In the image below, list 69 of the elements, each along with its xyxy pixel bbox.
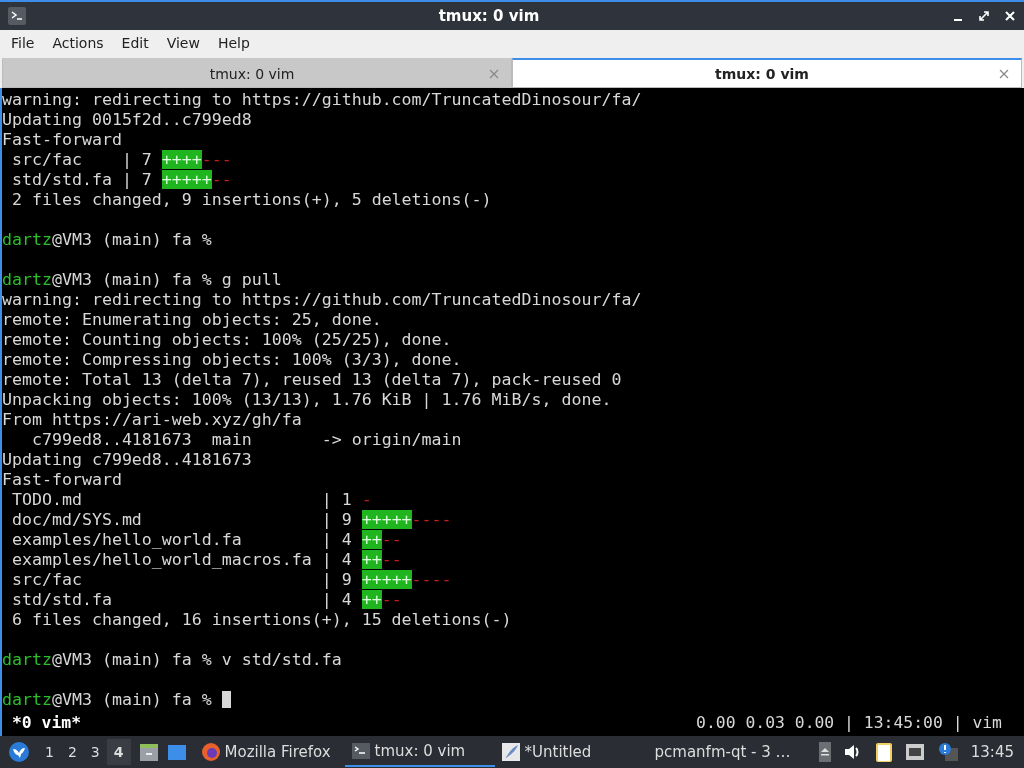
terminal-line: remote: Total 13 (delta 7), reused 13 (delta 7), pack-reused 0	[2, 370, 622, 389]
diffstat-text: examples/hello_world_macros.fa | 4	[11, 550, 353, 569]
bird-icon[interactable]	[8, 741, 30, 763]
taskbar-button[interactable]: tmux: 0 vim	[344, 737, 495, 767]
terminal-line: Unpacking objects: 100% (13/13), 1.76 KiB | 1.76 MiB/s, done.	[2, 390, 612, 409]
menu-item[interactable]: View	[157, 35, 209, 51]
terminal-line: warning: redirecting to https://github.com/TruncatedDinosour/fa/	[2, 90, 642, 109]
prompt-text: @VM3 (main) fa % g pull	[51, 270, 282, 289]
menu-item[interactable]: Edit	[112, 35, 158, 51]
terminal-line: Fast-forward	[2, 130, 122, 149]
diffstat-text: std/std.fa | 7	[11, 170, 153, 189]
menu-item[interactable]: Actions	[43, 35, 113, 51]
prompt-user: dartz	[2, 650, 52, 669]
terminal-icon	[350, 741, 371, 761]
terminal-line: remote: Enumerating objects: 25, done.	[2, 310, 382, 329]
taskbar-button[interactable]: *Untitled	[494, 737, 645, 767]
terminal-icon	[8, 7, 26, 25]
desktop-button[interactable]: 3	[83, 739, 107, 765]
diffstat-text: TODO.md | 1	[11, 490, 353, 509]
prompt-user: dartz	[2, 230, 52, 249]
terminal-line: 2 files changed, 9 insertions(+), 5 deletions(-)	[11, 190, 492, 209]
maximize-icon[interactable]	[978, 10, 990, 22]
insertions-bar: +++++	[361, 570, 412, 589]
insertions-bar: ++	[361, 550, 382, 569]
diffstat-text: src/fac | 9	[11, 570, 353, 589]
insertions-bar: +++++	[361, 510, 412, 529]
desktop-button[interactable]: 1	[38, 739, 61, 765]
file-cabinet-icon[interactable]	[138, 742, 159, 762]
diffstat-text: std/std.fa | 4	[11, 590, 353, 609]
prompt-text: @VM3 (main) fa %	[51, 690, 213, 709]
eject-icon[interactable]	[818, 742, 831, 762]
tmux-window-label: *0 vim*	[12, 713, 82, 733]
tab[interactable]: tmux: 0 vim	[512, 58, 1022, 88]
prompt-user: dartz	[2, 270, 52, 289]
window-icon[interactable]	[166, 742, 187, 762]
terminal-line: Updating c799ed8..4181673	[2, 450, 252, 469]
diffstat-text: examples/hello_world.fa | 4	[11, 530, 353, 549]
prompt-text: @VM3 (main) fa % v std/std.fa	[51, 650, 342, 669]
menu-item[interactable]: Help	[208, 35, 259, 51]
update-notification-icon[interactable]	[936, 742, 959, 762]
insertions-bar: ++	[361, 530, 382, 549]
tab[interactable]: tmux: 0 vim	[2, 58, 512, 88]
clock: 13:45	[970, 743, 1014, 761]
terminal-line: c799ed8..4181673 main -> origin/main	[30, 430, 462, 449]
terminal-line: remote: Compressing objects: 100% (3/3), done.	[2, 350, 462, 369]
terminal-line: Fast-forward	[2, 470, 122, 489]
diffstat-text: src/fac | 7	[11, 150, 153, 169]
menu-item[interactable]: File	[2, 35, 44, 51]
window-title: tmux: 0 vim	[437, 7, 541, 25]
tmux-status-info: 0.00 0.03 0.00 | 13:45:00 | vim	[696, 713, 1002, 733]
diffstat-text: doc/md/SYS.md | 9	[11, 510, 353, 529]
terminal-line: warning: redirecting to https://github.com/TruncatedDinosour/fa/	[2, 290, 642, 309]
terminal-line: From https://ari-web.xyz/gh/fa	[2, 410, 302, 429]
insertions-bar: +++++	[161, 170, 212, 189]
terminal-line: remote: Counting objects: 100% (25/25), done.	[2, 330, 452, 349]
insertions-bar: ++	[361, 590, 382, 609]
desktop-button[interactable]: 2	[60, 739, 84, 765]
network-icon[interactable]	[904, 743, 925, 761]
taskbar-button[interactable]: Mozilla Firefox	[194, 737, 345, 767]
terminal-line: Updating 0015f2d..c799ed8	[2, 110, 252, 129]
insertions-bar: ++++	[161, 150, 202, 169]
clipboard-icon[interactable]	[874, 741, 893, 763]
prompt-user: dartz	[2, 690, 52, 709]
quill-icon	[500, 742, 521, 762]
fox-globe-icon	[200, 742, 221, 762]
terminal-line: 6 files changed, 16 insertions(+), 15 deletions(-)	[11, 610, 512, 629]
taskbar-button[interactable]: pcmanfm-qt - 3 …	[644, 737, 795, 767]
desktop-button[interactable]: 4	[106, 739, 131, 765]
prompt-text: @VM3 (main) fa %	[51, 230, 212, 249]
